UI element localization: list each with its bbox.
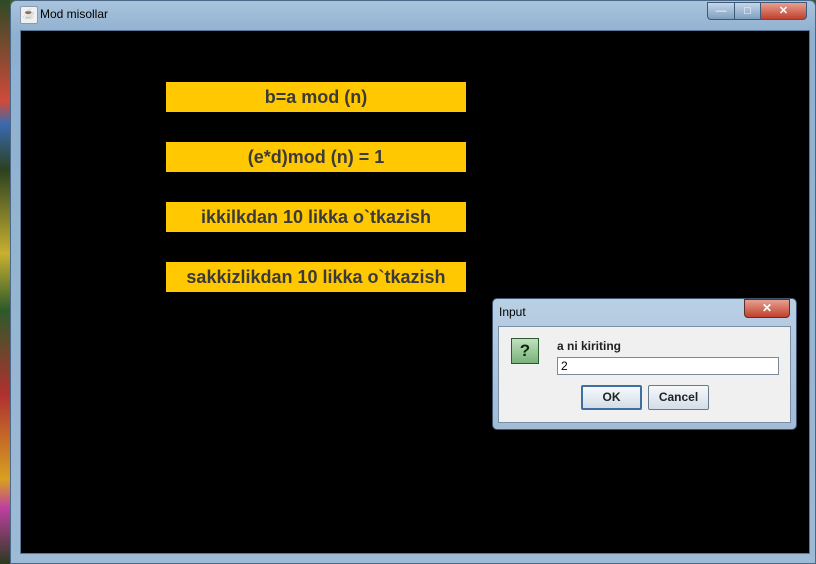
desktop-icons-strip xyxy=(0,0,10,564)
window-title: Mod misollar xyxy=(40,7,109,21)
binary-to-decimal-button[interactable]: ikkilkdan 10 likka o`tkazish xyxy=(166,202,466,232)
window-titlebar[interactable]: ☕ Mod misollar — □ ✕ xyxy=(11,1,815,29)
maximize-button[interactable]: □ xyxy=(734,2,761,20)
octal-to-decimal-button[interactable]: sakkizlikdan 10 likka o`tkazish xyxy=(166,262,466,292)
input-dialog: Input ✕ ? a ni kiriting OK Cancel xyxy=(492,298,797,430)
value-input[interactable] xyxy=(557,357,779,375)
ok-button[interactable]: OK xyxy=(581,385,642,410)
modular-inverse-button[interactable]: (e*d)mod (n) = 1 xyxy=(166,142,466,172)
dialog-title: Input xyxy=(499,305,526,319)
java-icon: ☕ xyxy=(20,6,38,24)
question-icon: ? xyxy=(511,338,539,364)
cancel-button[interactable]: Cancel xyxy=(648,385,709,410)
content-pane: b=a mod (n) (e*d)mod (n) = 1 ikkilkdan 1… xyxy=(20,30,810,554)
close-button[interactable]: ✕ xyxy=(760,2,807,20)
dialog-close-button[interactable]: ✕ xyxy=(744,299,790,318)
main-window: ☕ Mod misollar — □ ✕ b=a mod (n) (e*d)mo… xyxy=(10,0,816,564)
dialog-body: ? a ni kiriting OK Cancel xyxy=(498,326,791,423)
prompt-label: a ni kiriting xyxy=(557,339,622,353)
minimize-button[interactable]: — xyxy=(707,2,735,20)
mod-formula-button[interactable]: b=a mod (n) xyxy=(166,82,466,112)
